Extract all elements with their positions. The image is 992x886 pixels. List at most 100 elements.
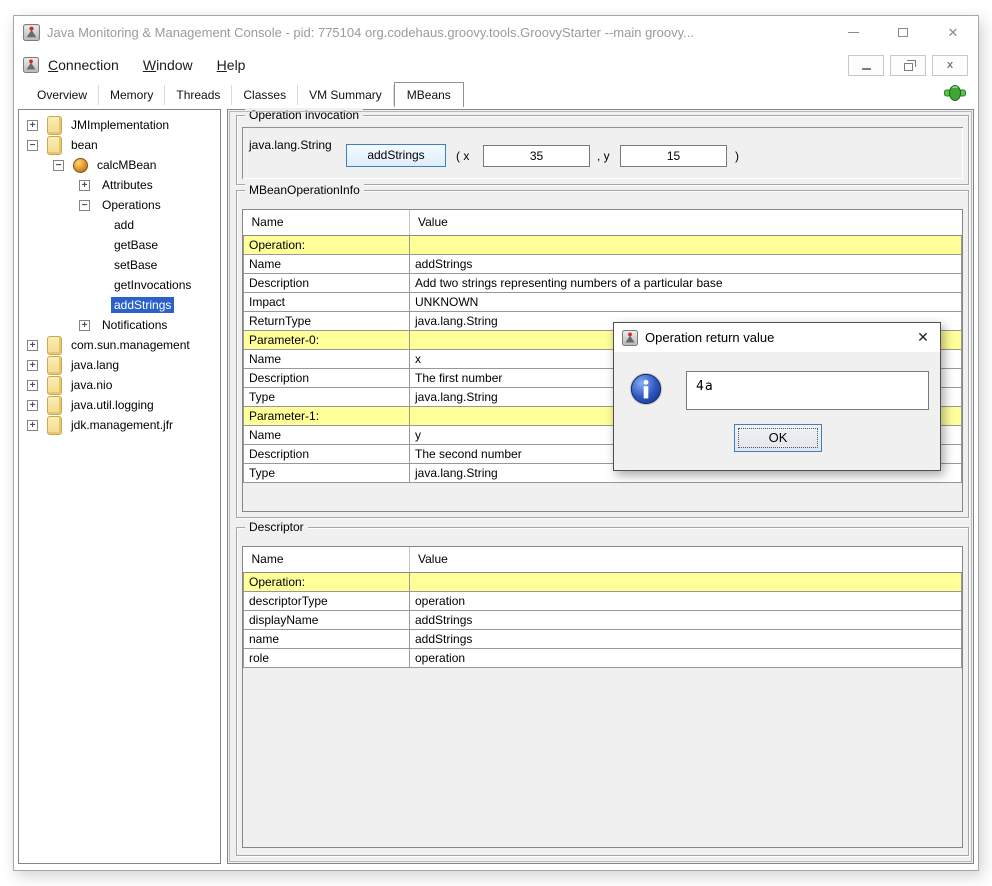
- tree-item-java-nio[interactable]: +java.nio: [19, 375, 220, 395]
- table-row[interactable]: ImpactUNKNOWN: [244, 292, 962, 311]
- cell-value: operation: [410, 591, 962, 610]
- bean-icon: [73, 158, 88, 173]
- operation-return-value-dialog: Operation return value ✕ 4a OK: [613, 322, 941, 471]
- paren-close-label: ): [735, 149, 739, 163]
- table-row[interactable]: NameaddStrings: [244, 254, 962, 273]
- tree-item-label: setBase: [111, 257, 160, 273]
- table-row[interactable]: DescriptionAdd two strings representing …: [244, 273, 962, 292]
- cell-name: Name: [244, 425, 410, 444]
- expand-icon[interactable]: +: [27, 340, 38, 351]
- close-icon[interactable]: ✕: [928, 16, 978, 49]
- cell-value: [410, 572, 962, 591]
- tree-item-attributes[interactable]: +Attributes: [19, 175, 220, 195]
- tree-item-label: bean: [68, 137, 101, 153]
- menu-window[interactable]: Window: [143, 57, 193, 73]
- tab-mbeans[interactable]: MBeans: [394, 82, 464, 107]
- group-title: MBeanOperationInfo: [245, 183, 364, 197]
- tree-item-label: calcMBean: [94, 157, 159, 173]
- inner-close-icon[interactable]: x: [932, 55, 968, 76]
- tab-threads[interactable]: Threads: [165, 85, 232, 105]
- cell-name: Description: [244, 444, 410, 463]
- ok-button[interactable]: OK: [734, 424, 822, 452]
- dialog-body: 4a OK: [614, 352, 940, 470]
- cell-name: Name: [244, 349, 410, 368]
- table-row[interactable]: Operation:: [244, 235, 962, 254]
- cell-name: Name: [244, 254, 410, 273]
- window-title: Java Monitoring & Management Console - p…: [47, 25, 828, 40]
- folder-icon: [47, 356, 62, 375]
- return-value-field[interactable]: 4a: [686, 371, 929, 410]
- info-icon: [629, 372, 663, 406]
- expand-icon[interactable]: +: [27, 360, 38, 371]
- table-row[interactable]: roleoperation: [244, 648, 962, 667]
- tree-item-label: java.lang: [68, 357, 122, 373]
- collapse-icon[interactable]: −: [79, 200, 90, 211]
- descriptor-table-container: NameValueOperation:descriptorTypeoperati…: [242, 546, 963, 848]
- addstrings-invoke-button[interactable]: addStrings: [346, 144, 446, 167]
- param-x-input[interactable]: 35: [483, 145, 590, 167]
- column-header-name: Name: [244, 210, 410, 235]
- cell-value: UNKNOWN: [410, 292, 962, 311]
- menu-help[interactable]: Help: [217, 57, 246, 73]
- tab-bar: OverviewMemoryThreadsClassesVM SummaryMB…: [14, 81, 978, 107]
- collapse-icon[interactable]: −: [53, 160, 64, 171]
- tree-item-java-util-logging[interactable]: +java.util.logging: [19, 395, 220, 415]
- tree-item-label: JMImplementation: [68, 117, 172, 133]
- inner-restore-icon[interactable]: [890, 55, 926, 76]
- tree-item-add[interactable]: add: [19, 215, 220, 235]
- tree-item-bean[interactable]: − bean: [19, 135, 220, 155]
- cell-name: ReturnType: [244, 311, 410, 330]
- inner-minimize-icon[interactable]: [848, 55, 884, 76]
- jconsole-app-icon: [23, 24, 40, 41]
- tree-item-getbase[interactable]: getBase: [19, 235, 220, 255]
- expand-icon[interactable]: +: [27, 400, 38, 411]
- menu-connection[interactable]: Connection: [48, 57, 119, 73]
- tree-item-jdk-management-jfr[interactable]: +jdk.management.jfr: [19, 415, 220, 435]
- maximize-icon[interactable]: [878, 16, 928, 49]
- table-row[interactable]: displayNameaddStrings: [244, 610, 962, 629]
- paren-open-label: ( x: [456, 149, 469, 163]
- cell-name: Parameter-1:: [244, 406, 410, 425]
- tree-item-label: add: [111, 217, 137, 233]
- expand-icon[interactable]: +: [27, 420, 38, 431]
- mbean-detail-panel: Operation invocation java.lang.String ad…: [227, 109, 974, 864]
- cell-value: addStrings: [410, 610, 962, 629]
- minimize-icon[interactable]: [828, 16, 878, 49]
- jconsole-app-icon-dialog: [622, 330, 638, 346]
- tab-overview[interactable]: Overview: [26, 85, 99, 105]
- table-row[interactable]: descriptorTypeoperation: [244, 591, 962, 610]
- tree-item-label: com.sun.management: [68, 337, 193, 353]
- tree-item-addstrings[interactable]: addStrings: [19, 295, 220, 315]
- tree-item-calcmbean[interactable]: − calcMBean: [19, 155, 220, 175]
- tree-item-notifications[interactable]: +Notifications: [19, 315, 220, 335]
- tab-vm-summary[interactable]: VM Summary: [298, 85, 394, 105]
- cell-name: Description: [244, 273, 410, 292]
- tree-item-label: addStrings: [111, 297, 174, 313]
- tree-item-operations[interactable]: −Operations: [19, 195, 220, 215]
- cell-value: addStrings: [410, 629, 962, 648]
- tab-memory[interactable]: Memory: [99, 85, 165, 105]
- tab-classes[interactable]: Classes: [232, 85, 298, 105]
- title-bar: Java Monitoring & Management Console - p…: [14, 16, 978, 49]
- param-y-input[interactable]: 15: [620, 145, 727, 167]
- cell-value: Add two strings representing numbers of …: [410, 273, 962, 292]
- tree-item-getinvocations[interactable]: getInvocations: [19, 275, 220, 295]
- tree-item-java-lang[interactable]: + java.lang: [19, 355, 220, 375]
- expand-icon[interactable]: +: [79, 180, 90, 191]
- tree-item-jmimplementation[interactable]: + JMImplementation: [19, 115, 220, 135]
- expand-icon[interactable]: +: [79, 320, 90, 331]
- tree-item-setbase[interactable]: setBase: [19, 255, 220, 275]
- column-header-name: Name: [244, 547, 410, 572]
- cell-name: Operation:: [244, 572, 410, 591]
- menu-items: Connection Window Help: [48, 57, 269, 73]
- expand-icon[interactable]: +: [27, 380, 38, 391]
- table-row[interactable]: nameaddStrings: [244, 629, 962, 648]
- expand-icon[interactable]: +: [27, 120, 38, 131]
- tree-item-com-sun-management[interactable]: + com.sun.management: [19, 335, 220, 355]
- collapse-icon[interactable]: −: [27, 140, 38, 151]
- dialog-title: Operation return value: [645, 330, 906, 345]
- dialog-close-icon[interactable]: ✕: [906, 323, 940, 352]
- cell-value: addStrings: [410, 254, 962, 273]
- group-title: Operation invocation: [245, 108, 363, 122]
- table-row[interactable]: Operation:: [244, 572, 962, 591]
